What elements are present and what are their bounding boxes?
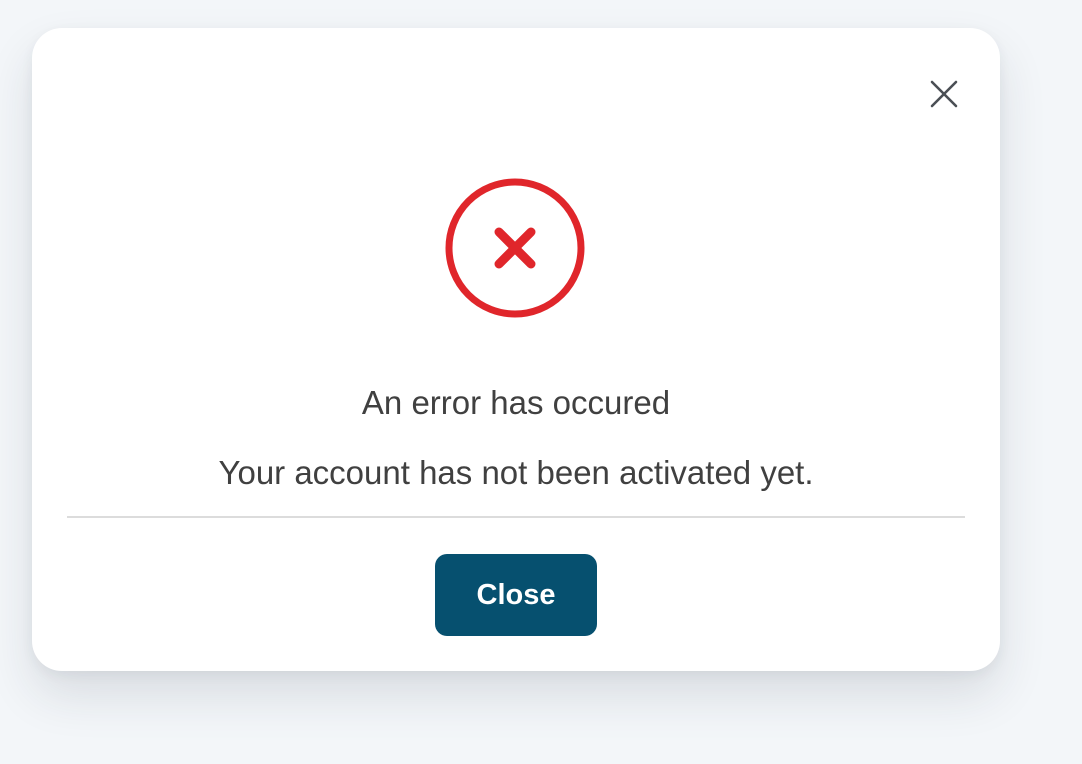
dialog-close-button[interactable] xyxy=(924,72,964,116)
error-dialog: An error has occured Your account has no… xyxy=(32,28,1000,671)
dialog-message: Your account has not been activated yet. xyxy=(218,454,814,491)
page-backdrop: An error has occured Your account has no… xyxy=(0,0,1082,764)
close-button[interactable]: Close xyxy=(435,554,597,636)
error-circle-x-icon xyxy=(445,178,585,318)
close-x-icon xyxy=(930,80,958,108)
dialog-divider xyxy=(67,516,965,518)
dialog-title: An error has occured xyxy=(361,384,671,421)
